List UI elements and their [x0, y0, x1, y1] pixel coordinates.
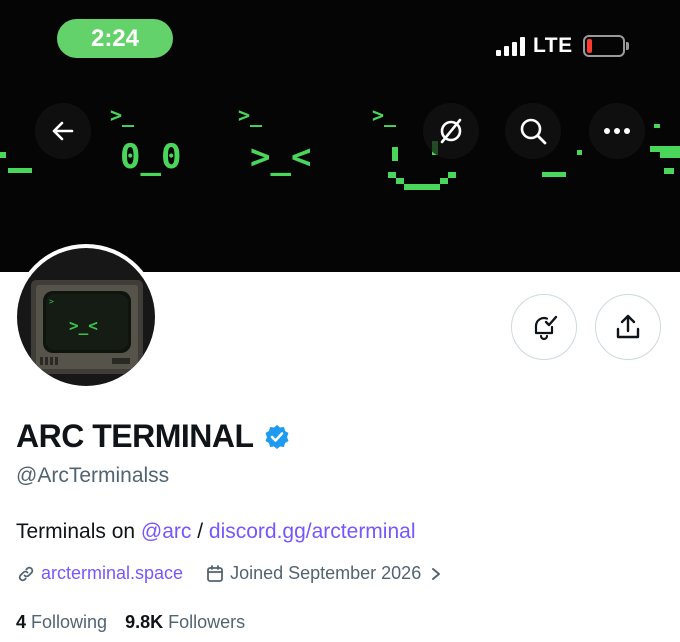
- search-icon: [520, 118, 547, 145]
- svg-text:>: >: [49, 297, 54, 306]
- following-count: 4: [16, 612, 27, 632]
- bio-mention-link[interactable]: @arc: [141, 520, 192, 543]
- avatar[interactable]: > >_<: [13, 244, 159, 390]
- avatar-image: > >_<: [17, 248, 155, 386]
- status-indicators: LTE: [496, 32, 629, 60]
- followers-count: 9.8K: [125, 612, 164, 632]
- banner-face: 0_0: [120, 137, 181, 177]
- link-icon: [18, 566, 34, 581]
- search-button[interactable]: [505, 103, 561, 159]
- bio-url-link[interactable]: discord.gg/arcterminal: [209, 520, 416, 543]
- website-link[interactable]: arcterminal.space: [41, 563, 183, 584]
- following-label: Following: [31, 612, 108, 632]
- joined-date: Joined September 2026: [230, 563, 422, 583]
- battery-icon: [582, 35, 629, 57]
- calendar-icon: [207, 564, 223, 582]
- notifications-button[interactable]: [511, 294, 577, 360]
- network-label: LTE: [533, 34, 573, 57]
- banner-prompt: >_: [238, 103, 263, 127]
- bio-separator: /: [191, 520, 209, 543]
- arrow-left-icon: [52, 121, 74, 141]
- joined-item[interactable]: Joined September 2026: [205, 563, 443, 584]
- banner-face: >_<: [250, 137, 311, 177]
- share-button[interactable]: [595, 294, 661, 360]
- followers-label: Followers: [168, 612, 246, 632]
- back-button[interactable]: [35, 103, 91, 159]
- banner-prompt: >_: [372, 103, 397, 127]
- more-button[interactable]: [589, 103, 645, 159]
- more-dots-icon: [604, 128, 630, 134]
- follow-counts: 4 Following 9.8K Followers: [16, 612, 245, 633]
- following-link[interactable]: 4 Following: [16, 612, 107, 633]
- followers-link[interactable]: 9.8K Followers: [125, 612, 245, 633]
- slashed-circle-icon: [440, 118, 462, 144]
- computer-icon: > >_<: [31, 280, 143, 374]
- bio-text: Terminals on: [16, 520, 141, 543]
- profile-meta: arcterminal.space Joined September 2026: [16, 563, 443, 584]
- signal-icon: [496, 36, 525, 56]
- website-item[interactable]: arcterminal.space: [16, 563, 183, 584]
- banner-prompt: >_: [110, 103, 135, 127]
- profile-name: ARC TERMINAL: [16, 418, 254, 454]
- verified-badge-icon[interactable]: [264, 424, 290, 450]
- avatar-face-text: >_<: [69, 316, 98, 335]
- bell-check-icon: [534, 315, 558, 341]
- profile-name-row: ARC TERMINAL: [16, 418, 290, 455]
- share-icon: [616, 314, 640, 339]
- chevron-right-icon: [432, 567, 441, 580]
- status-time: 2:24: [57, 19, 173, 58]
- profile-handle: @ArcTerminalss: [16, 464, 170, 487]
- profile-bio: Terminals on @arc / discord.gg/arctermin…: [16, 520, 416, 544]
- profile-banner: >_ >_ >_ 0_0 >_< 2:24 LTE: [0, 0, 680, 272]
- nft-off-button[interactable]: [423, 103, 479, 159]
